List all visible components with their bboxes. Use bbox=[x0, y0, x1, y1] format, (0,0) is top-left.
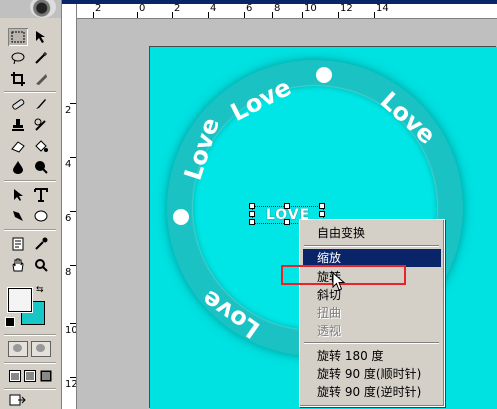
vertical-ruler: 2 4 6 8 10 12 bbox=[62, 18, 77, 409]
menu-item-rotate-90-cw[interactable]: 旋转 90 度(顺时针) bbox=[303, 365, 441, 383]
quick-mask-mode-button[interactable] bbox=[31, 341, 51, 357]
menu-item-rotate-180[interactable]: 旋转 180 度 bbox=[303, 347, 441, 365]
ruler-tick-label: 6 bbox=[65, 213, 72, 224]
ruler-tick-label: 0 bbox=[139, 4, 146, 14]
clone-stamp-icon[interactable] bbox=[8, 116, 28, 134]
ruler-tick-label: 2 bbox=[65, 105, 72, 116]
ruler-tick-label: 10 bbox=[304, 4, 317, 14]
ruler-tick-mark bbox=[172, 12, 173, 18]
tools-separator bbox=[4, 229, 56, 231]
hand-icon[interactable] bbox=[8, 256, 28, 274]
transform-handle[interactable] bbox=[319, 203, 325, 209]
jump-to-imageready-icon[interactable] bbox=[8, 391, 28, 409]
default-colors-icon[interactable] bbox=[5, 317, 15, 327]
tools-separator bbox=[4, 91, 56, 93]
swap-colors-icon[interactable]: ⇆ bbox=[36, 285, 44, 295]
menu-item-distort: 扭曲 bbox=[317, 306, 342, 320]
menu-separator bbox=[304, 342, 439, 344]
ruler-tick-mark bbox=[208, 12, 209, 18]
transform-handle[interactable] bbox=[284, 203, 290, 209]
menu-separator bbox=[304, 245, 439, 247]
ruler-tick-label: 14 bbox=[376, 4, 389, 14]
mouse-cursor-icon bbox=[332, 272, 346, 291]
ruler-tick-mark bbox=[70, 377, 76, 378]
ruler-tick-label: 2 bbox=[95, 4, 102, 14]
tools-separator bbox=[4, 362, 56, 364]
ruler-tick-mark bbox=[93, 12, 94, 18]
menu-item-free-transform[interactable]: 自由变换 bbox=[303, 224, 441, 242]
crop-icon[interactable] bbox=[8, 70, 28, 88]
ruler-tick-label: 8 bbox=[274, 4, 281, 14]
horizontal-ruler: 2 0 2 4 6 8 10 12 14 bbox=[62, 4, 497, 19]
ruler-tick-label: 2 bbox=[174, 4, 181, 14]
zoom-icon[interactable] bbox=[31, 256, 51, 274]
slice-icon[interactable] bbox=[31, 70, 51, 88]
history-brush-icon[interactable] bbox=[31, 116, 51, 134]
brush-icon[interactable] bbox=[31, 95, 51, 113]
shape-icon[interactable] bbox=[31, 207, 51, 225]
ruler-tick-mark bbox=[137, 12, 138, 18]
magic-wand-icon[interactable] bbox=[31, 49, 51, 67]
ruler-tick-mark bbox=[70, 265, 76, 266]
ruler-tick-label: 6 bbox=[246, 4, 253, 14]
dodge-icon[interactable] bbox=[31, 158, 51, 176]
transform-handle[interactable] bbox=[319, 211, 325, 217]
marquee-icon[interactable] bbox=[8, 28, 28, 46]
tools-separator bbox=[4, 334, 56, 336]
transform-handle[interactable] bbox=[284, 219, 290, 225]
type-icon[interactable] bbox=[31, 186, 51, 204]
ruler-origin[interactable] bbox=[62, 4, 77, 18]
path-selection-icon[interactable] bbox=[8, 186, 28, 204]
ring-dot-left bbox=[173, 209, 189, 225]
tools-separator bbox=[4, 180, 56, 182]
ruler-tick-label: 10 bbox=[65, 325, 77, 336]
ruler-tick-mark bbox=[374, 12, 375, 18]
menu-item-rotate-90-ccw[interactable]: 旋转 90 度(逆时针) bbox=[303, 383, 441, 401]
tools-header[interactable] bbox=[0, 0, 61, 18]
move-icon[interactable] bbox=[31, 28, 51, 46]
ruler-tick-mark bbox=[70, 157, 76, 158]
foreground-color-swatch[interactable] bbox=[7, 287, 33, 313]
transform-handle[interactable] bbox=[249, 203, 255, 209]
paint-bucket-icon[interactable] bbox=[31, 137, 51, 155]
blur-icon[interactable] bbox=[8, 158, 28, 176]
photoshop-logo-icon bbox=[30, 0, 56, 18]
ruler-tick-mark bbox=[302, 12, 303, 18]
pen-icon[interactable] bbox=[8, 207, 28, 225]
lasso-icon[interactable] bbox=[8, 49, 28, 67]
healing-brush-icon[interactable] bbox=[8, 95, 28, 113]
screen-mode-full-icon[interactable] bbox=[36, 367, 56, 385]
menu-item-skew[interactable]: 斜切 bbox=[303, 286, 441, 304]
transform-handle[interactable] bbox=[249, 219, 255, 225]
notes-icon[interactable] bbox=[8, 235, 28, 253]
tools-palette: ⇆ bbox=[0, 0, 62, 409]
ruler-tick-label: 8 bbox=[65, 267, 72, 278]
ruler-tick-mark bbox=[70, 211, 76, 212]
ring-dot-top bbox=[316, 67, 332, 83]
ruler-tick-label: 4 bbox=[65, 159, 72, 170]
ruler-tick-label: 12 bbox=[340, 4, 353, 14]
eraser-icon[interactable] bbox=[8, 137, 28, 155]
tools-separator bbox=[4, 388, 56, 390]
ruler-tick-mark bbox=[70, 103, 76, 104]
ruler-tick-label: 12 bbox=[65, 379, 77, 390]
ruler-tick-mark bbox=[244, 12, 245, 18]
transform-context-menu: 自由变换 缩放 旋转 斜切 扭曲 透视 旋转 180 度 旋转 90 度(顺时针… bbox=[299, 219, 445, 407]
ruler-tick-label: 4 bbox=[210, 4, 217, 14]
ruler-tick-mark bbox=[338, 12, 339, 18]
ruler-tick-mark bbox=[70, 323, 76, 324]
eyedropper-icon[interactable] bbox=[31, 235, 51, 253]
standard-mode-button[interactable] bbox=[8, 341, 28, 357]
ruler-tick-mark bbox=[272, 12, 273, 18]
menu-item-perspective: 透视 bbox=[317, 324, 342, 338]
transform-handle[interactable] bbox=[249, 211, 255, 217]
